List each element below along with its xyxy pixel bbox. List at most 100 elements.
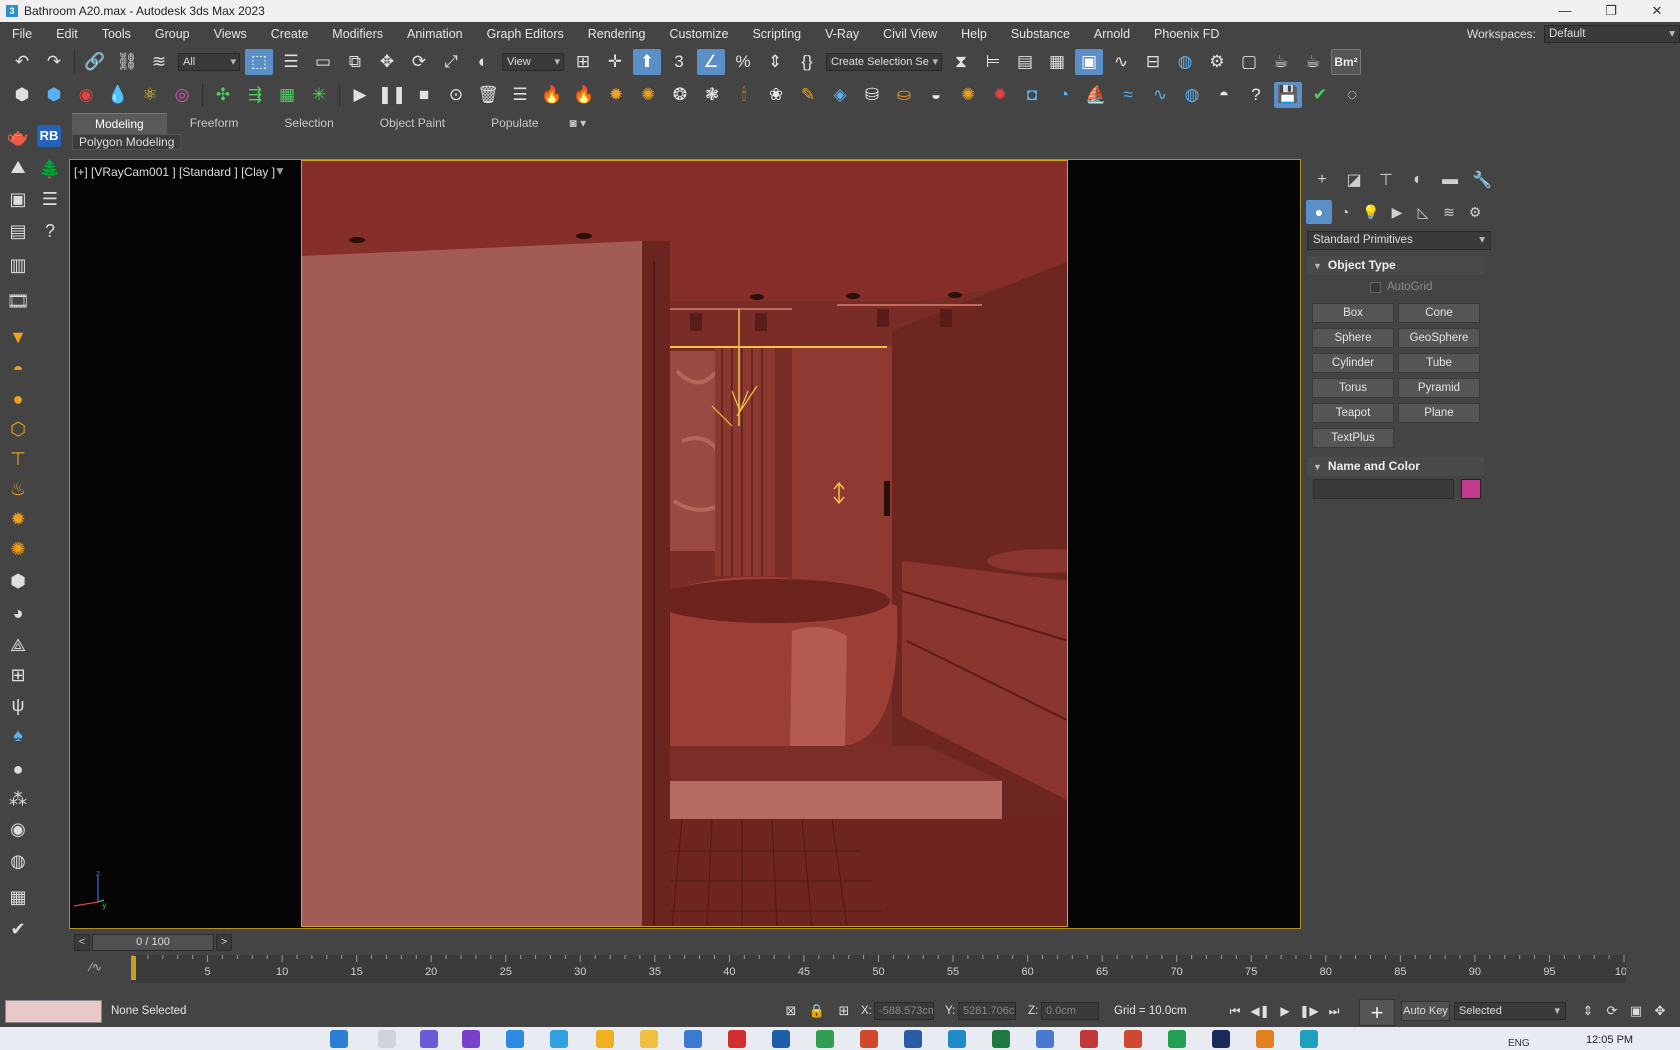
autogrid-checkbox[interactable] [1370, 281, 1381, 293]
candle-icon[interactable]: 🕯 [730, 82, 758, 108]
menu-arnold[interactable]: Arnold [1082, 22, 1142, 46]
viewport-label[interactable]: [+] [VRayCam001 ] [Standard ] [Clay ] [74, 165, 275, 179]
dome-light-icon[interactable]: ◓ [4, 356, 32, 382]
play-icon[interactable]: ▶ [346, 82, 374, 108]
scatter-icon[interactable]: ⛰ [4, 154, 32, 180]
go-to-end-icon[interactable]: ⏭ [1323, 1001, 1345, 1021]
ies-light-icon[interactable]: ♨ [4, 476, 32, 502]
create-tab-icon[interactable]: + [1306, 168, 1338, 192]
menu-graph-editors[interactable]: Graph Editors [475, 22, 576, 46]
camera-icon[interactable]: ▥ [4, 252, 32, 278]
plane-button[interactable]: Plane [1398, 403, 1480, 423]
reference-coordinate-dropdown[interactable]: View [502, 53, 564, 71]
link-icon[interactable]: 🔗 [81, 49, 109, 75]
hierarchy-tab-icon[interactable]: ⊤ [1370, 168, 1402, 192]
cube-blue-icon[interactable]: ⬢ [40, 82, 68, 108]
helpers-icon[interactable]: ◺ [1410, 200, 1436, 224]
menu-civil-view[interactable]: Civil View [871, 22, 949, 46]
snaps-toggle-icon[interactable]: 3 [665, 49, 693, 75]
rendered-frame-window-icon[interactable]: ▢ [1235, 49, 1263, 75]
geosphere-button[interactable]: GeoSphere [1398, 328, 1480, 348]
drop-blue-icon[interactable]: 💧 [104, 82, 132, 108]
redo-icon[interactable]: ↷ [40, 49, 68, 75]
play-animation-icon[interactable]: ▶ [1274, 1001, 1296, 1021]
render-setup-icon[interactable]: ⚙ [1203, 49, 1231, 75]
fire-source-icon[interactable]: 🔥 [570, 82, 598, 108]
teapot-icon[interactable]: 🫖 [4, 124, 32, 150]
grid-object-icon[interactable]: ⊞ [4, 662, 32, 688]
arrows-green-icon[interactable]: ⇶ [241, 82, 269, 108]
delete-cache-icon[interactable]: 🗑 [474, 82, 502, 108]
menu-create[interactable]: Create [259, 22, 321, 46]
menu-substance[interactable]: Substance [999, 22, 1082, 46]
vs-icon[interactable] [462, 1030, 480, 1048]
menu-animation[interactable]: Animation [395, 22, 475, 46]
rb-badge[interactable]: RB [37, 125, 61, 147]
menu-rendering[interactable]: Rendering [576, 22, 658, 46]
render-safe-frame[interactable] [301, 160, 1068, 927]
edge-icon[interactable] [550, 1030, 568, 1048]
rotate-icon[interactable]: ⟳ [405, 49, 433, 75]
autogrid-option[interactable]: AutoGrid [1370, 281, 1432, 293]
ambient-light-icon[interactable]: ✺ [4, 536, 32, 562]
bm2-button[interactable]: Bm² [1331, 49, 1361, 75]
align-icon[interactable]: ⊨ [979, 49, 1007, 75]
explosion-icon[interactable]: ✹ [986, 82, 1014, 108]
glass-icon[interactable]: ⛀ [890, 82, 918, 108]
material-editor-icon[interactable]: ◍ [1171, 49, 1199, 75]
app6-icon[interactable] [1300, 1030, 1318, 1048]
set-key-button[interactable]: + [1359, 999, 1395, 1026]
layer-explorer-icon[interactable]: ▦ [1043, 49, 1071, 75]
close-button[interactable]: ✕ [1634, 0, 1680, 22]
opera-icon[interactable] [728, 1030, 746, 1048]
previous-key-icon[interactable]: ◀❚ [1249, 1001, 1271, 1021]
box-button[interactable]: Box [1312, 303, 1394, 323]
mirror-icon[interactable]: ⧗ [947, 49, 975, 75]
geometry-icon[interactable]: ● [1306, 200, 1332, 224]
select-object-icon[interactable]: ⬚ [245, 49, 273, 75]
x-coordinate-field[interactable]: -588.573cm [874, 1002, 934, 1020]
fire-icon[interactable]: 🔥 [538, 82, 566, 108]
torus-button[interactable]: Torus [1312, 378, 1394, 398]
photoshop-icon[interactable] [1212, 1030, 1230, 1048]
fov-icon[interactable]: ✥ [1650, 1002, 1670, 1020]
particle-icon[interactable]: ❂ [666, 82, 694, 108]
menu-tools[interactable]: Tools [90, 22, 143, 46]
film-icon[interactable]: 🎞 [4, 288, 32, 314]
palette-icon[interactable]: ◉ [4, 816, 32, 842]
search-icon[interactable] [378, 1030, 396, 1048]
keyboard-shortcut-override-icon[interactable]: ⬆ [633, 49, 661, 75]
camera-pan-icon[interactable]: ▣ [1626, 1002, 1646, 1020]
save-icon[interactable]: 💾 [1274, 82, 1302, 108]
tube-button[interactable]: Tube [1398, 353, 1480, 373]
disabled-icon[interactable]: ◌ [1338, 82, 1366, 108]
pivot-point-icon[interactable]: ⊞ [569, 49, 597, 75]
tab-modeling[interactable]: Modeling [72, 112, 167, 134]
tab-selection[interactable]: Selection [261, 113, 356, 133]
polygon-modeling-label[interactable]: Polygon Modeling [72, 134, 182, 150]
key-filter-dropdown[interactable]: Selected [1454, 1002, 1566, 1020]
language-indicator[interactable]: ENG [1508, 1038, 1530, 1049]
time-slider-value[interactable]: 0 / 100 [92, 934, 214, 951]
brush-icon[interactable]: ✎ [794, 82, 822, 108]
fur-icon[interactable]: ◕ [4, 600, 32, 626]
app4-icon[interactable] [1124, 1030, 1142, 1048]
teams-icon[interactable] [420, 1030, 438, 1048]
excel-icon[interactable] [992, 1030, 1010, 1048]
start-icon[interactable] [330, 1030, 348, 1048]
3dsmax-icon[interactable] [1080, 1030, 1098, 1048]
app-icon[interactable] [772, 1030, 790, 1048]
vray-logo-icon[interactable]: ✔ [4, 916, 32, 942]
texture-icon[interactable]: ◍ [4, 848, 32, 874]
textplus-button[interactable]: TextPlus [1312, 428, 1394, 448]
star-green-icon[interactable]: ✳ [305, 82, 333, 108]
mail-icon[interactable] [684, 1030, 702, 1048]
current-frame-marker[interactable] [131, 956, 136, 980]
atom-icon[interactable]: ⚛ [136, 82, 164, 108]
app2-icon[interactable] [948, 1030, 966, 1048]
wind-icon[interactable]: ❀ [762, 82, 790, 108]
angle-snap-icon[interactable]: ∠ [697, 49, 725, 75]
scatter-green-icon[interactable]: ✣ [209, 82, 237, 108]
whatsapp-icon[interactable] [1168, 1030, 1186, 1048]
cone-button[interactable]: Cone [1398, 303, 1480, 323]
